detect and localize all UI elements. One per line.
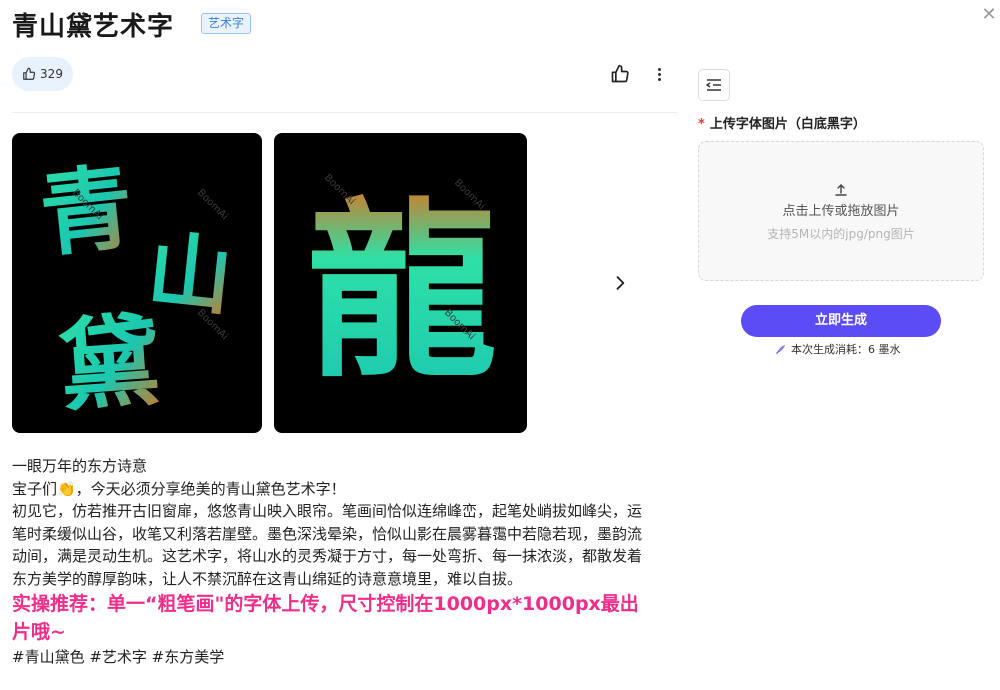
desc-line: 一眼万年的东方诗意 [12, 457, 148, 475]
chevron-right-icon[interactable] [610, 273, 630, 293]
watermark-text: BoomAi [195, 187, 230, 222]
required-mark: * [698, 117, 705, 132]
artwork-char: 山 [143, 220, 237, 327]
artwork-char: 黛 [56, 301, 164, 426]
desc-paragraph: 初见它，仿若推开古旧窗扉，悠悠青山映入眼帘。笔画间恰似连绵峰峦，起笔处峭拔如峰尖… [12, 502, 643, 588]
collapse-panel-icon[interactable] [698, 69, 730, 101]
like-count: 329 [40, 67, 63, 81]
thumbs-up-icon[interactable] [610, 64, 630, 84]
cost-text: 本次生成消耗：6 墨水 [791, 343, 901, 356]
cost-info: 本次生成消耗：6 墨水 [775, 341, 901, 357]
upload-main-text: 点击上传或拖放图片 [782, 204, 900, 219]
upload-hint-text: 支持5M以内的jpg/png图片 [767, 227, 915, 241]
ink-brush-icon [776, 345, 785, 354]
thumbs-up-icon [23, 67, 36, 80]
like-count-button[interactable]: 329 [12, 57, 73, 91]
upload-label: * 上传字体图片（白底黑字） [698, 113, 866, 132]
post-description: 一眼万年的东方诗意 宝子们👏，今天必须分享绝美的青山黛色艺术字！ 初见它，仿若推… [12, 455, 642, 668]
artwork-char: 龍 [307, 180, 497, 403]
generate-button[interactable]: 立即生成 [741, 305, 941, 337]
artwork-image-2[interactable]: 龍 BoomAi BoomAi BoomAi [274, 133, 527, 433]
more-vertical-icon[interactable] [650, 64, 668, 84]
desc-line: 宝子们👏，今天必须分享绝美的青山黛色艺术字！ [12, 479, 346, 498]
upload-label-text: 上传字体图片（白底黑字） [709, 117, 866, 132]
hashtags[interactable]: #青山黛色 #艺术字 #东方美学 [12, 646, 642, 668]
category-tag[interactable]: 艺术字 [201, 13, 252, 34]
artwork-image-1[interactable]: 青 山 黛 BoomAi BoomAi BoomAi [12, 133, 262, 433]
close-icon[interactable]: ✕ [980, 6, 998, 24]
page-title: 青山黛艺术字 [12, 12, 175, 42]
divider [12, 112, 677, 113]
desc-highlight: 实操推荐：单一“粗笔画"的字体上传，尺寸控制在1000px*1000px最出片哦… [12, 593, 639, 643]
upload-icon [699, 182, 983, 198]
upload-dropzone[interactable]: 点击上传或拖放图片 支持5M以内的jpg/png图片 [698, 141, 984, 281]
